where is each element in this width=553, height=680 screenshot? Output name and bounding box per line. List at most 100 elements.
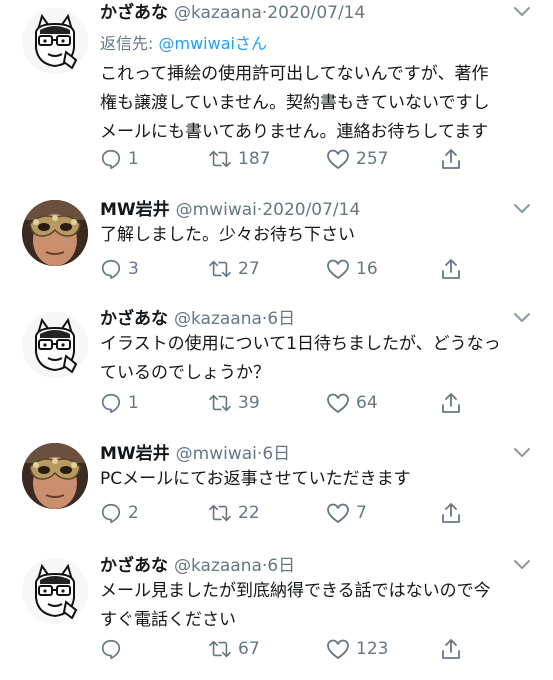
retweet-icon	[209, 394, 231, 412]
chevron-down-icon[interactable]	[512, 4, 532, 20]
tweet-date[interactable]: 6日	[267, 556, 295, 576]
like-button[interactable]: 16	[326, 255, 378, 283]
reply-button[interactable]: 3	[100, 255, 139, 283]
tweet-text: メール見ましたが到底納得できる話ではないので今 すぐ電話ください	[100, 581, 491, 630]
masked-person-photo-icon	[22, 200, 88, 266]
tweet-actions: 67 123	[100, 635, 540, 663]
author-name[interactable]: MW岩井	[100, 200, 170, 220]
retweet-button[interactable]: 67	[208, 635, 260, 663]
chevron-down-icon[interactable]	[512, 557, 532, 573]
retweet-button[interactable]: 22	[208, 499, 260, 527]
tweet[interactable]: かざあな @kazaana·2020/07/14 返信先: @mwiwaiさん こ…	[0, 0, 553, 190]
avatar[interactable]	[22, 200, 88, 266]
reply-count: 1	[128, 393, 139, 413]
like-button[interactable]: 64	[326, 389, 378, 417]
share-icon	[442, 503, 460, 523]
reply-icon	[101, 259, 121, 279]
tweet-actions: 2 22 7	[100, 499, 540, 527]
tweet-text: イラストの使用について1日待ちましたが、どうなっ ているのでしょうか？	[100, 334, 501, 383]
like-button[interactable]: 7	[326, 499, 367, 527]
tweet-header: MW岩井 @mwiwai·6日	[100, 441, 290, 467]
retweet-count: 39	[238, 393, 260, 413]
reply-button[interactable]: 1	[100, 145, 139, 173]
share-icon	[442, 259, 460, 279]
share-button[interactable]	[440, 389, 462, 417]
retweet-count: 27	[238, 259, 260, 279]
like-count: 16	[356, 259, 378, 279]
retweet-count: 22	[238, 503, 260, 523]
tweet-date[interactable]: 6日	[262, 444, 290, 464]
like-count: 123	[356, 639, 389, 659]
reply-button[interactable]: 2	[100, 499, 139, 527]
tweet[interactable]: MW岩井 @mwiwai·2020/07/14 了解しました。少々お待ち下さい 3…	[0, 197, 553, 301]
retweet-icon	[209, 150, 231, 168]
tweet-text: 了解しました。少々お待ち下さい	[100, 225, 355, 245]
reply-count: 2	[128, 503, 139, 523]
tweet[interactable]: MW岩井 @mwiwai·6日 PCメールにてお返事させていただきます 2 22 …	[0, 441, 553, 545]
retweet-button[interactable]: 27	[208, 255, 260, 283]
like-count: 64	[356, 393, 378, 413]
author-name[interactable]: MW岩井	[100, 444, 170, 464]
reply-to-line: 返信先: @mwiwaiさん	[100, 30, 267, 54]
share-button[interactable]	[440, 635, 462, 663]
heart-icon	[327, 503, 349, 523]
share-icon	[442, 393, 460, 413]
chevron-down-icon[interactable]	[512, 445, 532, 461]
author-handle[interactable]: @mwiwai	[176, 444, 257, 464]
heart-icon	[327, 393, 349, 413]
avatar[interactable]	[22, 8, 88, 74]
author-name[interactable]: かざあな	[100, 3, 168, 23]
author-name[interactable]: かざあな	[100, 309, 168, 329]
avatar[interactable]	[22, 312, 88, 378]
author-handle[interactable]: @kazaana	[174, 309, 262, 329]
tweet-date[interactable]: 2020/07/14	[267, 3, 365, 23]
retweet-icon	[209, 260, 231, 278]
masked-person-photo-icon	[22, 443, 88, 509]
reply-icon	[101, 503, 121, 523]
like-count: 7	[356, 503, 367, 523]
reply-count: 1	[128, 149, 139, 169]
cat-character-icon	[22, 558, 88, 624]
reply-icon	[101, 639, 121, 659]
tweet[interactable]: かざあな @kazaana·6日 イラストの使用について1日待ちましたが、どうなっ…	[0, 306, 553, 436]
retweet-button[interactable]: 39	[208, 389, 260, 417]
like-button[interactable]: 257	[326, 145, 388, 173]
retweet-icon	[209, 504, 231, 522]
like-button[interactable]: 123	[326, 635, 388, 663]
tweet-date[interactable]: 2020/07/14	[262, 200, 360, 220]
avatar[interactable]	[22, 443, 88, 509]
tweet-actions: 3 27 16	[100, 255, 540, 283]
tweet-date[interactable]: 6日	[267, 309, 295, 329]
reply-suffix: さん	[234, 34, 267, 53]
reply-mention-link[interactable]: @mwiwai	[158, 34, 234, 53]
chevron-down-icon[interactable]	[512, 201, 532, 217]
chevron-down-icon[interactable]	[512, 310, 532, 326]
retweet-button[interactable]: 187	[208, 145, 270, 173]
retweet-icon	[209, 640, 231, 658]
share-button[interactable]	[440, 499, 462, 527]
tweet-header: MW岩井 @mwiwai·2020/07/14	[100, 197, 360, 223]
reply-count: 3	[128, 259, 139, 279]
share-icon	[442, 149, 460, 169]
avatar[interactable]	[22, 558, 88, 624]
reply-to-label: 返信先:	[100, 34, 159, 53]
tweet-header: かざあな @kazaana·6日	[100, 553, 295, 579]
share-button[interactable]	[440, 145, 462, 173]
tweet-text: これって挿絵の使用許可出してないんですが、著作 権も譲渡していません。契約書もき…	[100, 64, 490, 142]
author-handle[interactable]: @mwiwai	[176, 200, 257, 220]
like-count: 257	[356, 149, 389, 169]
author-handle[interactable]: @kazaana	[174, 3, 262, 23]
author-name[interactable]: かざあな	[100, 556, 168, 576]
heart-icon	[327, 149, 349, 169]
tweet-actions: 1 187 257	[100, 145, 540, 173]
reply-button[interactable]	[100, 635, 128, 663]
cat-character-icon	[22, 312, 88, 378]
tweet-actions: 1 39 64	[100, 389, 540, 417]
tweet-header: かざあな @kazaana·2020/07/14	[100, 0, 365, 26]
author-handle[interactable]: @kazaana	[174, 556, 262, 576]
share-icon	[442, 639, 460, 659]
tweet[interactable]: かざあな @kazaana·6日 メール見ましたが到底納得できる話ではないので今 …	[0, 553, 553, 680]
retweet-count: 187	[238, 149, 271, 169]
reply-button[interactable]: 1	[100, 389, 139, 417]
share-button[interactable]	[440, 255, 462, 283]
